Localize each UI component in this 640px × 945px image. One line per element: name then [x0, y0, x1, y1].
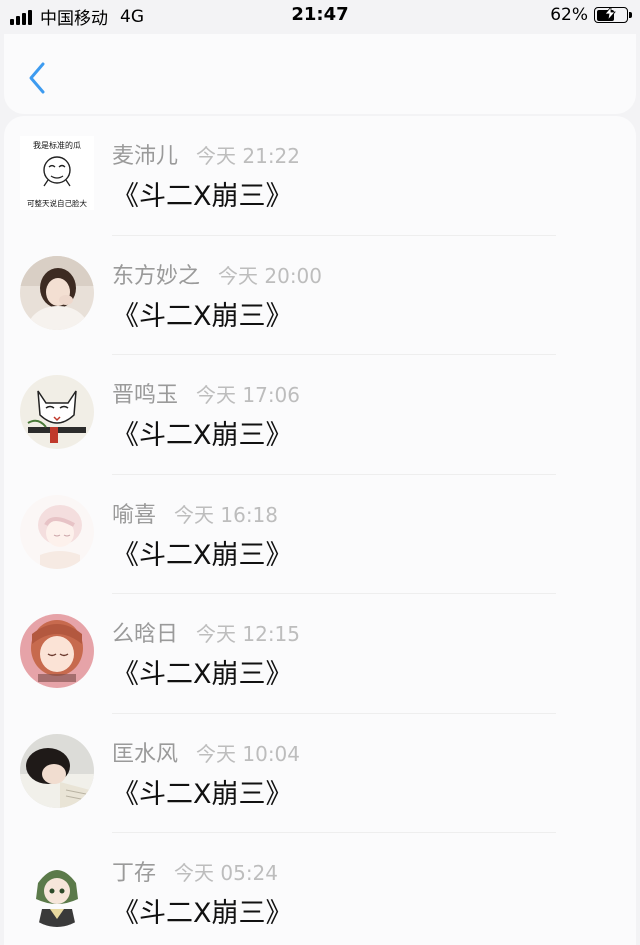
- list-item[interactable]: 晋鸣玉 今天 17:06 《斗二X崩三》: [4, 355, 636, 475]
- row-text: 晋鸣玉 今天 17:06 《斗二X崩三》: [112, 377, 300, 452]
- message-text: 《斗二X崩三》: [112, 181, 293, 212]
- back-button[interactable]: [22, 58, 52, 98]
- sender-name: 麦沛儿: [112, 144, 179, 169]
- list-item[interactable]: 东方妙之 今天 20:00 《斗二X崩三》: [4, 236, 636, 355]
- sender-name: 喻喜: [112, 502, 157, 528]
- row-text: 么晗日 今天 12:15 《斗二X崩三》: [112, 616, 300, 691]
- message-list: 我是标准的瓜 可整天说自己脸大 麦沛儿 今天 21:22 《斗二X崩三》 东方妙…: [4, 116, 636, 945]
- row-text: 匡水风 今天 10:04 《斗二X崩三》: [112, 736, 300, 811]
- battery-icon: [594, 7, 632, 23]
- avatar-caption-bottom: 可整天说自己脸大: [27, 198, 87, 208]
- row-text: 喻喜 今天 16:18 《斗二X崩三》: [112, 497, 293, 572]
- timestamp: 今天 20:00: [218, 263, 323, 288]
- avatar: [20, 853, 94, 927]
- sender-name: 晋鸣玉: [112, 383, 179, 408]
- message-text: 《斗二X崩三》: [112, 539, 293, 571]
- timestamp: 今天 17:06: [196, 383, 301, 407]
- list-item[interactable]: 丁存 今天 05:24 《斗二X崩三》: [4, 833, 636, 945]
- status-bar: 中国移动 4G 21:47 62%: [0, 0, 640, 32]
- chevron-left-icon: [29, 62, 45, 94]
- avatar: [20, 494, 94, 569]
- list-item[interactable]: 喻喜 今天 16:18 《斗二X崩三》: [4, 475, 636, 594]
- avatar: [20, 733, 94, 808]
- sender-name: 匡水风: [112, 741, 179, 767]
- charging-bolt-icon: [604, 7, 616, 20]
- message-text: 《斗二X崩三》: [112, 778, 293, 810]
- sender-name: 丁存: [112, 861, 157, 886]
- status-right: 62%: [550, 5, 632, 25]
- list-item[interactable]: 我是标准的瓜 可整天说自己脸大 麦沛儿 今天 21:22 《斗二X崩三》: [4, 116, 636, 236]
- avatar: 我是标准的瓜 可整天说自己脸大: [20, 136, 94, 210]
- avatar: [20, 375, 94, 449]
- nav-bar: [4, 34, 636, 114]
- battery-percent: 62%: [550, 5, 588, 25]
- timestamp: 今天 05:24: [174, 861, 279, 885]
- timestamp: 今天 21:22: [196, 144, 301, 168]
- timestamp: 今天 12:15: [196, 622, 301, 646]
- message-text: 《斗二X崩三》: [112, 420, 293, 451]
- sender-name: 东方妙之: [112, 263, 201, 289]
- timestamp: 今天 16:18: [174, 502, 279, 527]
- message-text: 《斗二X崩三》: [112, 300, 293, 332]
- row-text: 东方妙之 今天 20:00 《斗二X崩三》: [112, 258, 322, 333]
- avatar: [20, 255, 94, 330]
- message-text: 《斗二X崩三》: [112, 659, 293, 690]
- row-text: 麦沛儿 今天 21:22 《斗二X崩三》: [112, 138, 300, 213]
- avatar: [20, 614, 94, 688]
- sender-name: 么晗日: [112, 622, 179, 647]
- list-item[interactable]: 么晗日 今天 12:15 《斗二X崩三》: [4, 594, 636, 714]
- list-item[interactable]: 匡水风 今天 10:04 《斗二X崩三》: [4, 714, 636, 833]
- timestamp: 今天 10:04: [196, 741, 301, 766]
- clock: 21:47: [291, 4, 349, 25]
- message-text: 《斗二X崩三》: [112, 898, 293, 929]
- row-text: 丁存 今天 05:24 《斗二X崩三》: [112, 855, 293, 930]
- avatar-caption-top: 我是标准的瓜: [33, 140, 81, 150]
